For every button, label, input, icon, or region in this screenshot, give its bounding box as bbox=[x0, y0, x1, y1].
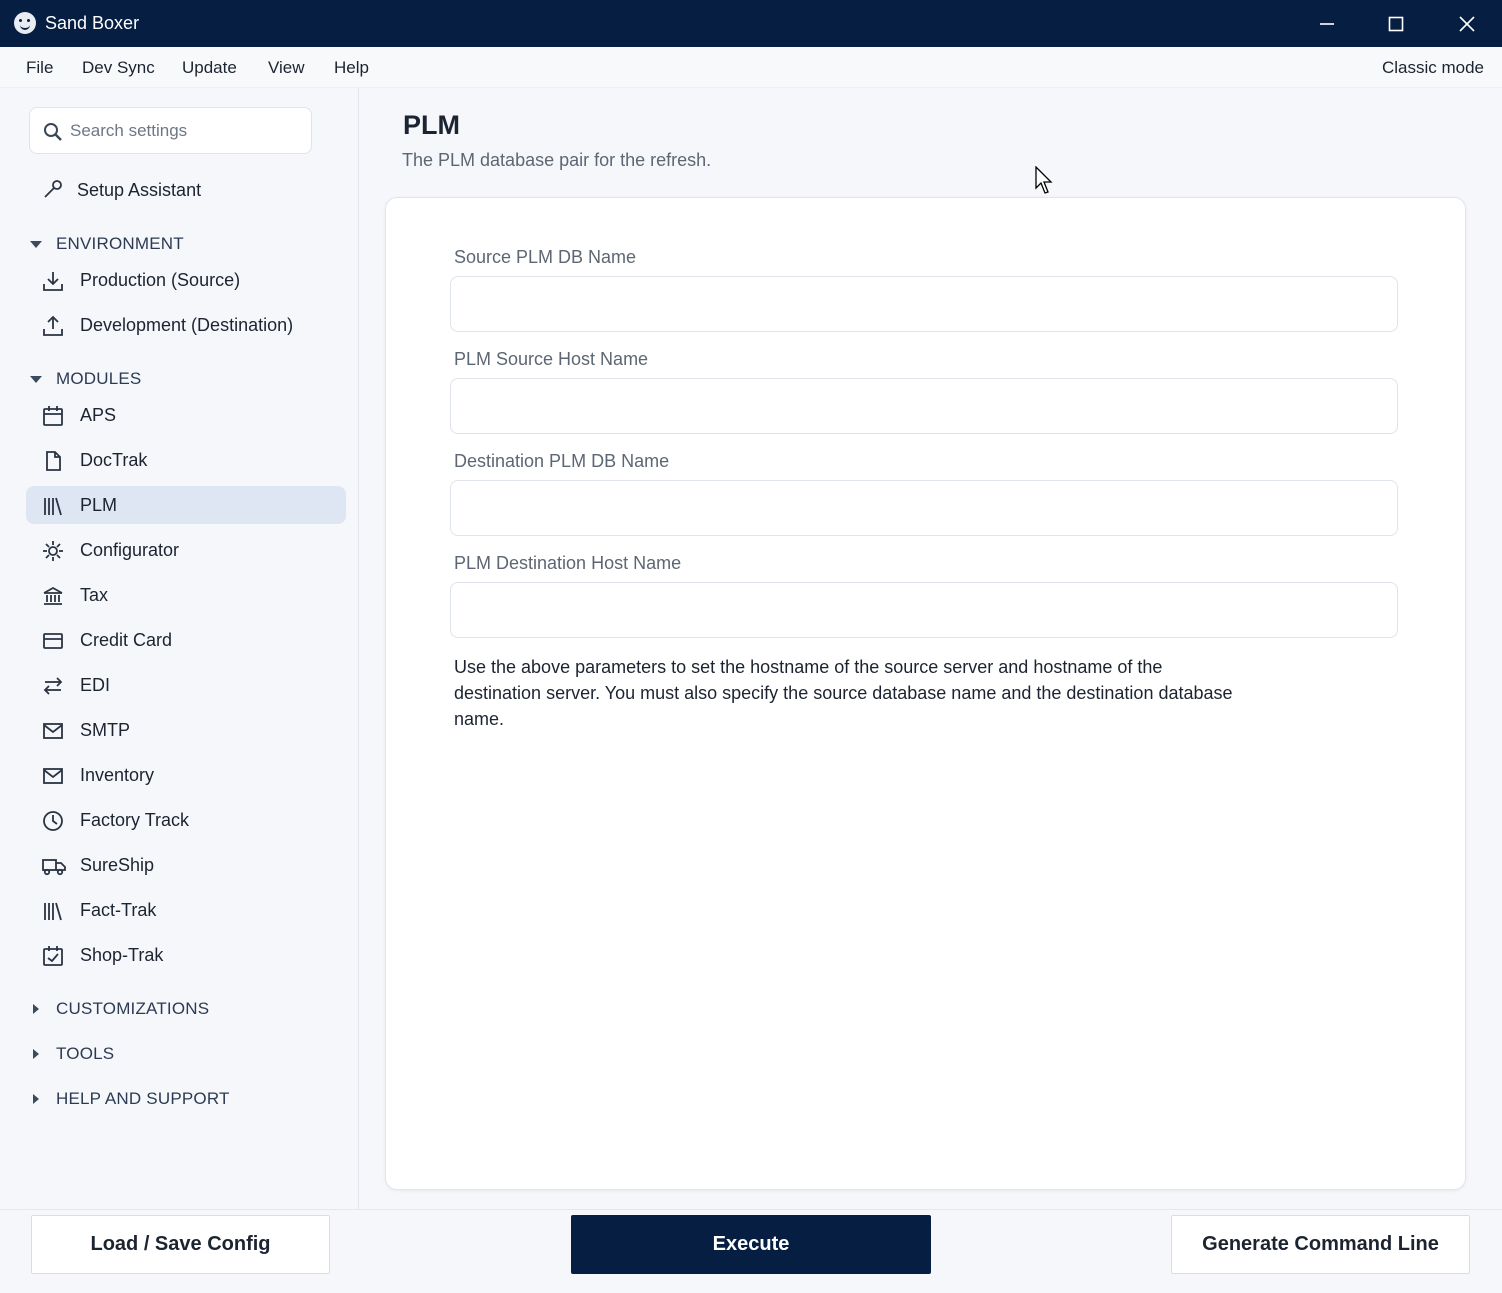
sidebar-item-tax[interactable]: Tax bbox=[26, 576, 346, 614]
search-box[interactable] bbox=[29, 107, 312, 154]
swap-icon bbox=[42, 675, 64, 697]
destination-host-input[interactable] bbox=[450, 582, 1398, 638]
menu-bar: File Dev Sync Update View Help Classic m… bbox=[0, 47, 1502, 88]
truck-icon bbox=[42, 855, 66, 877]
calendar-check-icon bbox=[42, 945, 64, 967]
sidebar-item-label: Fact-Trak bbox=[80, 900, 157, 920]
source-host-input[interactable] bbox=[450, 378, 1398, 434]
section-modules[interactable]: MODULES bbox=[30, 367, 141, 391]
generate-command-line-button[interactable]: Generate Command Line bbox=[1171, 1215, 1470, 1274]
section-label: CUSTOMIZATIONS bbox=[56, 999, 210, 1018]
sidebar-item-sureship[interactable]: SureShip bbox=[26, 846, 346, 884]
document-icon bbox=[42, 450, 64, 472]
destination-host-label: PLM Destination Host Name bbox=[454, 553, 682, 573]
sidebar-item-fact-trak[interactable]: Fact-Trak bbox=[26, 891, 346, 929]
gear-icon bbox=[42, 540, 64, 562]
help-text: Use the above parameters to set the host… bbox=[454, 657, 1233, 729]
chevron-right-icon bbox=[33, 1049, 39, 1059]
section-environment[interactable]: ENVIRONMENT bbox=[30, 232, 184, 256]
sidebar-item-production[interactable]: Production (Source) bbox=[26, 261, 346, 299]
credit-card-icon bbox=[42, 630, 64, 652]
execute-button[interactable]: Execute bbox=[571, 1215, 931, 1274]
menu-dev-sync[interactable]: Dev Sync bbox=[82, 58, 155, 78]
page-subtitle: The PLM database pair for the refresh. bbox=[402, 150, 712, 170]
source-db-input[interactable] bbox=[450, 276, 1398, 332]
classic-mode-link[interactable]: Classic mode bbox=[1382, 58, 1484, 78]
sidebar-item-label: EDI bbox=[80, 675, 111, 695]
menu-update[interactable]: Update bbox=[182, 58, 237, 78]
bank-icon bbox=[42, 585, 64, 607]
sidebar-item-smtp[interactable]: SMTP bbox=[26, 711, 346, 749]
source-host-label: PLM Source Host Name bbox=[454, 349, 649, 369]
window-title: Sand Boxer bbox=[45, 13, 140, 33]
sidebar-item-development[interactable]: Development (Destination) bbox=[26, 306, 346, 344]
sidebar-item-setup-assistant[interactable]: Setup Assistant bbox=[26, 171, 346, 209]
title-bar: Sand Boxer bbox=[0, 0, 1502, 47]
mail-icon bbox=[42, 720, 64, 742]
sidebar-item-configurator[interactable]: Configurator bbox=[26, 531, 346, 569]
sidebar-item-edi[interactable]: EDI bbox=[26, 666, 346, 704]
wrench-icon bbox=[42, 179, 64, 201]
sidebar-item-label: Factory Track bbox=[80, 810, 190, 830]
sidebar-item-label: SMTP bbox=[80, 720, 131, 740]
section-label: MODULES bbox=[56, 369, 142, 388]
sidebar-item-label: Credit Card bbox=[80, 630, 173, 650]
sidebar-item-credit-card[interactable]: Credit Card bbox=[26, 621, 346, 659]
sidebar: Setup Assistant ENVIRONMENT Production (… bbox=[0, 88, 359, 1209]
minimize-icon[interactable] bbox=[1292, 0, 1362, 47]
load-save-config-button[interactable]: Load / Save Config bbox=[31, 1215, 330, 1274]
sidebar-item-label: Inventory bbox=[80, 765, 155, 785]
library-icon bbox=[42, 495, 64, 517]
destination-db-input[interactable] bbox=[450, 480, 1398, 536]
sidebar-item-label: Setup Assistant bbox=[77, 180, 202, 200]
upload-icon bbox=[42, 315, 64, 337]
chevron-down-icon bbox=[30, 240, 42, 248]
sidebar-item-inventory[interactable]: Inventory bbox=[26, 756, 346, 794]
clock-icon bbox=[42, 810, 64, 832]
sidebar-item-label: Configurator bbox=[80, 540, 180, 560]
search-icon bbox=[44, 123, 62, 141]
sidebar-item-factory-track[interactable]: Factory Track bbox=[26, 801, 346, 839]
sidebar-item-label: Development (Destination) bbox=[80, 315, 294, 335]
library-icon bbox=[42, 900, 64, 922]
smiley-icon bbox=[14, 12, 36, 34]
section-customizations[interactable]: CUSTOMIZATIONS bbox=[30, 997, 209, 1021]
sidebar-item-label: DocTrak bbox=[80, 450, 148, 470]
menu-file[interactable]: File bbox=[26, 58, 53, 78]
menu-view[interactable]: View bbox=[268, 58, 305, 78]
source-db-label: Source PLM DB Name bbox=[454, 247, 637, 267]
bottom-bar: Load / Save Config Execute Generate Comm… bbox=[0, 1209, 1502, 1293]
maximize-icon[interactable] bbox=[1361, 0, 1431, 47]
section-tools[interactable]: TOOLS bbox=[30, 1042, 114, 1066]
sidebar-item-label: APS bbox=[80, 405, 117, 425]
section-help-and-support[interactable]: HELP AND SUPPORT bbox=[30, 1087, 230, 1111]
calendar-icon bbox=[42, 405, 64, 427]
search-input[interactable] bbox=[70, 118, 300, 144]
sidebar-item-label: PLM bbox=[80, 495, 118, 515]
menu-help[interactable]: Help bbox=[334, 58, 369, 78]
sidebar-item-label: Production (Source) bbox=[80, 270, 241, 290]
sidebar-item-label: Tax bbox=[80, 585, 109, 605]
page-title: PLM bbox=[403, 110, 460, 140]
sidebar-item-aps[interactable]: APS bbox=[26, 396, 346, 434]
section-label: ENVIRONMENT bbox=[56, 234, 184, 253]
mail-icon bbox=[42, 765, 64, 787]
chevron-down-icon bbox=[30, 375, 42, 383]
close-icon[interactable] bbox=[1432, 0, 1502, 47]
mouse-cursor-icon bbox=[1035, 166, 1053, 194]
chevron-right-icon bbox=[33, 1004, 39, 1014]
section-label: HELP AND SUPPORT bbox=[56, 1089, 230, 1108]
section-label: TOOLS bbox=[56, 1044, 115, 1063]
sidebar-item-label: SureShip bbox=[80, 855, 155, 875]
chevron-right-icon bbox=[33, 1094, 39, 1104]
sidebar-item-label: Shop-Trak bbox=[80, 945, 164, 965]
destination-db-label: Destination PLM DB Name bbox=[454, 451, 670, 471]
sidebar-item-shop-trak[interactable]: Shop-Trak bbox=[26, 936, 346, 974]
sidebar-item-plm[interactable]: PLM bbox=[26, 486, 346, 524]
sidebar-item-doctrak[interactable]: DocTrak bbox=[26, 441, 346, 479]
download-icon bbox=[42, 270, 64, 292]
